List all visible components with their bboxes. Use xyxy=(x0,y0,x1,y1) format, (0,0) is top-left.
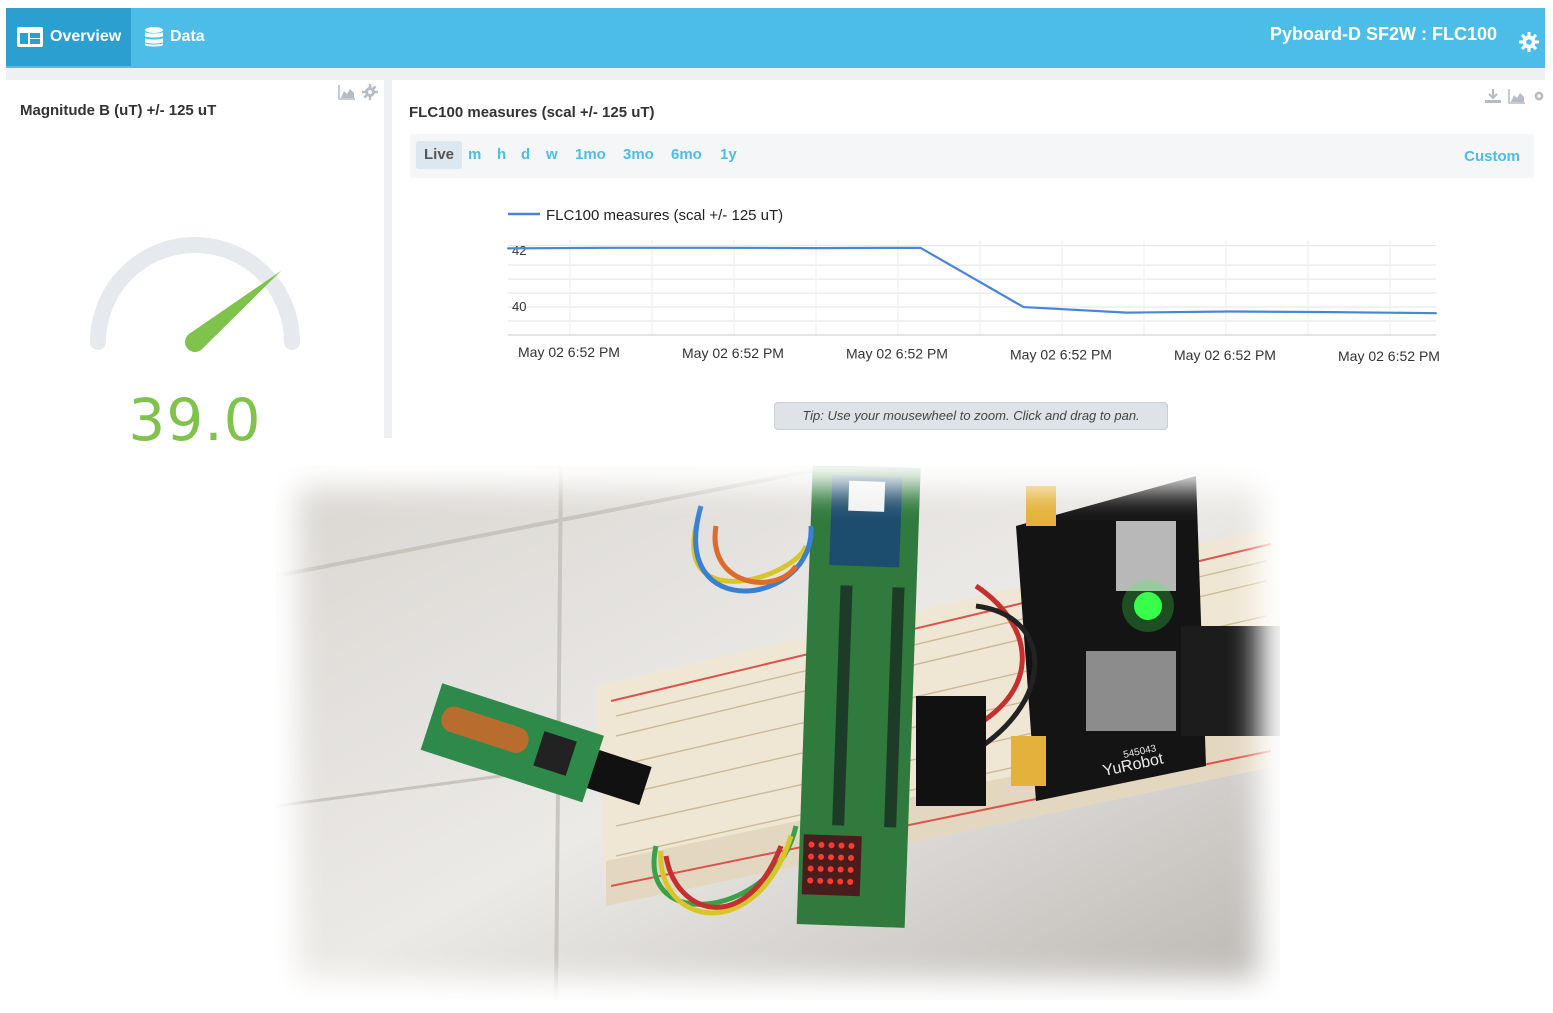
gauge-needle xyxy=(185,270,282,352)
content-background xyxy=(6,68,1545,80)
data-point xyxy=(1022,306,1025,309)
gear-icon[interactable] xyxy=(362,84,378,100)
tab-overview[interactable]: Overview xyxy=(6,8,131,66)
range-1y[interactable]: 1y xyxy=(715,141,742,169)
data-point xyxy=(816,247,819,250)
data-point xyxy=(507,247,509,250)
range-1mo[interactable]: 1mo xyxy=(570,141,611,169)
range-custom[interactable]: Custom xyxy=(1464,148,1520,165)
download-icon[interactable] xyxy=(1484,88,1502,104)
dashboard-icon xyxy=(17,27,43,47)
x-tick-label: May 02 6:52 PM xyxy=(1174,347,1276,363)
range-live[interactable]: Live xyxy=(416,141,463,169)
legend-label: FLC100 measures (scal +/- 125 uT) xyxy=(546,207,783,224)
range-6mo[interactable]: 6mo xyxy=(666,141,707,169)
chart-panel-title: FLC100 measures (scal +/- 125 uT) xyxy=(409,104,655,121)
y-tick-label: 40 xyxy=(512,299,526,314)
hardware-photo: YuRobot 545043 xyxy=(276,466,1280,1000)
top-navbar: Overview Data Pyboard-D SF2W : FLC100 xyxy=(6,8,1545,68)
gauge-title: Magnitude B (uT) +/- 125 uT xyxy=(20,102,217,119)
gauge-widget: Magnitude B (uT) +/- 125 uT 39.0 xyxy=(6,80,384,454)
tab-data[interactable]: Data xyxy=(138,8,228,66)
series-line xyxy=(507,246,1437,315)
range-week[interactable]: w xyxy=(541,141,563,169)
x-tick-label: May 02 6:52 PM xyxy=(1338,348,1440,364)
data-point xyxy=(1435,312,1437,315)
data-point xyxy=(610,246,613,249)
y-tick-label: 42 xyxy=(512,243,526,258)
device-title: Pyboard-D SF2W : FLC100 xyxy=(1269,24,1497,44)
x-tick-label: May 02 6:52 PM xyxy=(846,346,948,362)
x-tick-label: May 02 6:52 PM xyxy=(1010,346,1112,362)
gear-icon[interactable] xyxy=(1532,88,1546,104)
data-point xyxy=(919,246,922,249)
x-tick-label: May 02 6:52 PM xyxy=(682,345,784,361)
range-3mo[interactable]: 3mo xyxy=(618,141,659,169)
chart-area-icon[interactable] xyxy=(338,84,356,100)
zoom-tip: Tip: Use your mousewheel to zoom. Click … xyxy=(774,402,1168,430)
gear-icon[interactable] xyxy=(1519,32,1539,52)
gauge-value: 39.0 xyxy=(128,386,262,454)
range-day[interactable]: d xyxy=(516,141,535,169)
chart-area-icon[interactable] xyxy=(1508,88,1526,104)
data-point xyxy=(1331,311,1334,314)
tab-overview-label: Overview xyxy=(50,28,122,45)
range-hour[interactable]: h xyxy=(492,141,511,169)
line-chart[interactable]: 42 40 May 02 6:52 PM May 02 6:52 PM May 02 6… xyxy=(492,195,1452,375)
data-point xyxy=(1228,310,1231,313)
data-point xyxy=(1125,311,1128,314)
database-icon xyxy=(145,27,163,47)
chart-widget: FLC100 measures (scal +/- 125 uT) Live m… xyxy=(392,80,1545,438)
time-range-bar: Live m h d w 1mo 3mo 6mo 1y Custom xyxy=(410,134,1534,178)
x-tick-label: May 02 6:52 PM xyxy=(518,344,620,360)
data-point xyxy=(713,246,716,249)
tab-data-label: Data xyxy=(170,28,205,45)
range-minute[interactable]: m xyxy=(463,141,486,169)
panel-divider xyxy=(384,80,392,438)
gauge-dial xyxy=(90,237,300,352)
